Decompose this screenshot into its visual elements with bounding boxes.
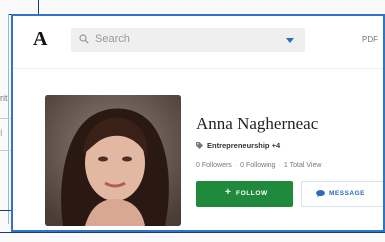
background-divider	[8, 14, 9, 224]
following-count[interactable]: 0 Following	[240, 162, 275, 169]
follow-label: FOLLOW	[236, 190, 268, 197]
background-window-edge	[0, 232, 385, 233]
message-button[interactable]: MESSAGE	[301, 181, 383, 207]
total-views: 1 Total View	[283, 162, 322, 169]
search-bar[interactable]: Search	[71, 28, 305, 52]
category-tag[interactable]: Entrepreneurship +4	[196, 141, 280, 150]
profile-name: Anna Nagherneac	[196, 114, 319, 133]
message-label: MESSAGE	[329, 190, 366, 197]
background-rule	[0, 150, 11, 151]
stats-separator: ·	[234, 162, 238, 169]
pdf-link[interactable]: PDF	[362, 35, 378, 44]
background-window-frame	[8, 0, 39, 15]
avatar	[45, 95, 181, 226]
background-rule	[0, 118, 11, 119]
profile-photo	[45, 95, 181, 226]
search-icon	[79, 34, 89, 44]
chevron-down-icon[interactable]	[286, 38, 294, 43]
follow-button[interactable]: + FOLLOW	[196, 181, 293, 207]
chat-bubble-icon	[316, 190, 325, 197]
site-header: A Search PDF	[13, 16, 383, 69]
followers-count[interactable]: 0 Followers	[196, 162, 232, 169]
profile-stats: 0 Followers · 0 Following · 1 Total View	[196, 162, 321, 169]
category-label: Entrepreneurship +4	[207, 141, 281, 150]
site-logo[interactable]: A	[33, 28, 47, 51]
stats-separator: ·	[278, 162, 281, 169]
search-input[interactable]: Search	[95, 33, 130, 45]
plus-icon: +	[225, 187, 232, 198]
profile-window: A Search PDF Anna Nagherneac Entrepreneu…	[11, 14, 385, 232]
background-partial-text: rit	[0, 93, 8, 103]
background-partial-text-2: I	[0, 128, 3, 138]
tag-icon	[196, 142, 203, 149]
